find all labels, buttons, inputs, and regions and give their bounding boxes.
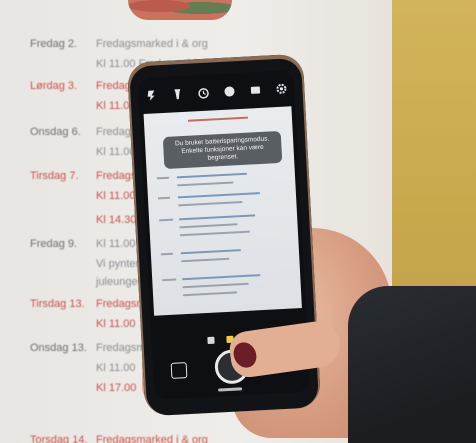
- gallery-thumbnail-button[interactable]: [170, 362, 188, 379]
- preview-text-line: [176, 172, 247, 179]
- preview-text-line: [179, 214, 256, 221]
- timer-icon[interactable]: [197, 87, 210, 100]
- preview-text-line: [180, 249, 241, 255]
- document-day-label: Lørdag 3.: [30, 80, 78, 92]
- preview-text-line: [178, 200, 243, 207]
- preview-text-line: [160, 252, 173, 256]
- preview-text-line: [179, 230, 250, 237]
- document-event-text: juleungen: [96, 276, 144, 288]
- document-day-label: Fredag 9.: [30, 238, 78, 250]
- document-event-text: Fredagsmarked i & org: [96, 38, 208, 50]
- navigation-handle[interactable]: [218, 387, 243, 392]
- camera-toolbar: [138, 78, 295, 106]
- photo-scene: Fredag 2. Fredagsmarked i & org Kl 11.00 F…: [0, 0, 476, 443]
- document-event-text: Kl 11.00: [96, 190, 136, 202]
- settings-icon[interactable]: [275, 82, 288, 95]
- battery-saver-toast: Du bruker batterisparingsmodus. Enkelte …: [162, 130, 283, 170]
- document-day-label: Fredag 2.: [30, 38, 78, 50]
- document-day-label: Torsdag 14.: [30, 434, 88, 443]
- document-event-text: Kl 11.00: [96, 146, 136, 158]
- document-day-label: Tirsdag 7.: [30, 170, 79, 182]
- flashlight-icon[interactable]: [171, 88, 184, 101]
- document-day-label: Onsdag 6.: [30, 126, 81, 138]
- camera-viewfinder[interactable]: Du bruker batterisparingsmodus. Enkelte …: [143, 106, 302, 316]
- mode-indicator[interactable]: [206, 336, 215, 345]
- preview-text-line: [159, 218, 174, 222]
- dark-sleeve: [348, 286, 476, 443]
- preview-text-line: [156, 176, 169, 180]
- document-event-text: Kl 11.00: [96, 318, 136, 330]
- preview-text-line: [182, 274, 261, 281]
- hdr-icon[interactable]: [223, 85, 236, 98]
- preview-text-line: [182, 282, 249, 289]
- document-event-text: Kl 17.00: [96, 382, 137, 394]
- document-event-text: Vi pynter: [96, 258, 140, 270]
- preview-text-line: [177, 181, 234, 187]
- document-event-text: Kl 11.00: [96, 362, 136, 374]
- decorative-ornament: [128, 0, 232, 20]
- preview-text-line: [162, 278, 177, 282]
- preview-text-line: [181, 257, 230, 263]
- document-event-text: Kl 14.30: [96, 214, 137, 226]
- preview-heading-line: [187, 116, 248, 122]
- preview-text-line: [183, 291, 238, 297]
- document-event-text: Kl 11.00: [96, 238, 136, 250]
- document-day-label: Onsdag 13.: [30, 342, 87, 354]
- aspect-ratio-icon[interactable]: [249, 84, 262, 97]
- preview-text-line: [177, 192, 260, 199]
- document-day-label: Tirsdag 13.: [30, 298, 85, 310]
- flash-off-icon[interactable]: [145, 89, 158, 102]
- preview-text-line: [179, 223, 238, 229]
- preview-text-line: [157, 196, 171, 200]
- document-event-text: Fredagsmarked i & org: [96, 434, 208, 443]
